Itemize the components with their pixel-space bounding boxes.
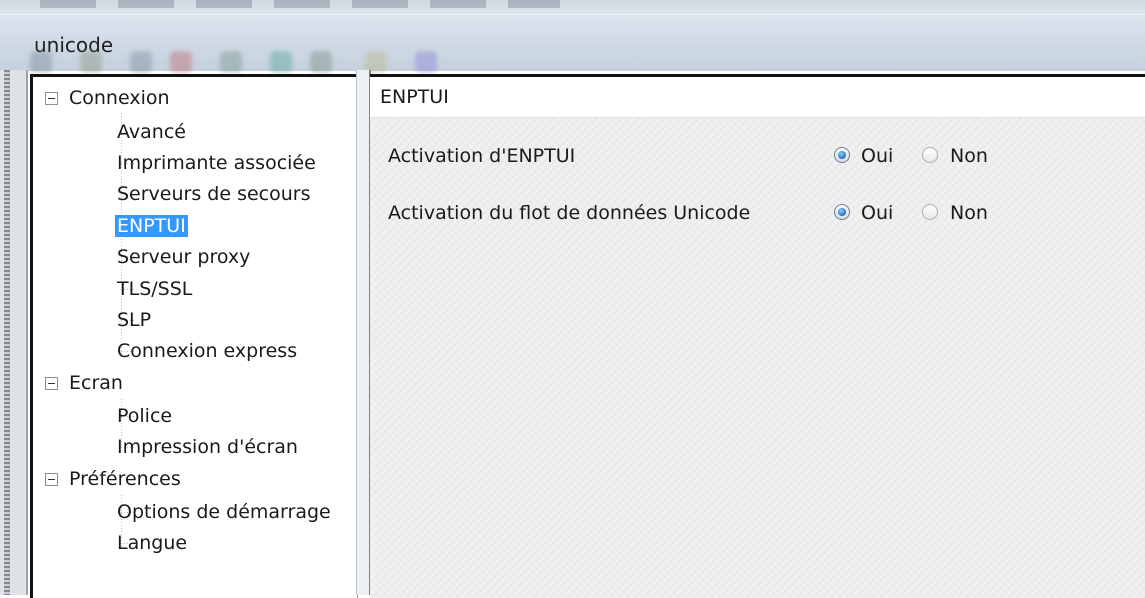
tree-item-label: Langue [117, 532, 188, 554]
tree-item-tls-ssl[interactable]: TLS/SSL [117, 274, 192, 304]
tree-item-police[interactable]: Police [117, 401, 172, 431]
tree-item-label: Connexion express [117, 340, 298, 362]
tree-item-slp[interactable]: SLP [117, 305, 151, 335]
tree-item-label: Serveurs de secours [117, 183, 311, 205]
tree-item-label: Options de démarrage [117, 501, 331, 523]
tree-item-label: Police [117, 405, 173, 427]
tree-group-label: Préférences [69, 468, 181, 490]
tree-item-label: Impression d'écran [117, 436, 298, 458]
tree-group-label: Connexion [69, 87, 170, 109]
panel-splitter[interactable] [356, 70, 371, 595]
tree-item-label: Avancé [117, 121, 186, 143]
radio-label-oui[interactable]: Oui [861, 141, 893, 171]
radio-oui-unicode[interactable] [834, 204, 850, 220]
settings-content-panel: ENPTUI Activation d'ENPTUI Oui Non Activ… [370, 74, 1145, 598]
tree-item-label: TLS/SSL [117, 278, 193, 300]
collapse-icon[interactable] [45, 377, 58, 390]
radio-label-non[interactable]: Non [950, 198, 988, 228]
tree-item-avance[interactable]: Avancé [117, 117, 186, 147]
tree-item-langue[interactable]: Langue [117, 528, 187, 558]
section-header: ENPTUI [370, 77, 1145, 118]
toolbar-icon [80, 51, 102, 73]
tree-item-impression-d-ecran[interactable]: Impression d'écran [117, 432, 298, 462]
tree-group-ecran[interactable]: Ecran [45, 368, 123, 398]
tree-item-label: Imprimante associée [117, 152, 316, 174]
window-title-bar: unicode [0, 14, 1145, 73]
tree-item-serveurs-de-secours[interactable]: Serveurs de secours [117, 179, 311, 209]
toolbar-icon [415, 51, 437, 73]
menu-bar-strip [0, 0, 1145, 15]
section-title: ENPTUI [380, 86, 449, 108]
setting-row-unicode: Activation du flot de données Unicode Ou… [388, 198, 1128, 228]
radio-label-oui[interactable]: Oui [861, 198, 893, 228]
toolbar-icon [310, 51, 332, 73]
radio-label-non[interactable]: Non [950, 141, 988, 171]
toolbar-icon [270, 51, 292, 73]
setting-row-enptui: Activation d'ENPTUI Oui Non [388, 141, 1128, 171]
tree-item-label: SLP [117, 309, 152, 331]
settings-tree: Connexion Avancé Imprimante associée Ser… [30, 74, 358, 598]
toolbar-icon [170, 51, 192, 73]
tree-item-serveur-proxy[interactable]: Serveur proxy [117, 242, 250, 272]
tree-item-label-selected: ENPTUI [115, 215, 188, 237]
tree-group-label: Ecran [69, 372, 123, 394]
tree-group-preferences[interactable]: Préférences [45, 464, 181, 494]
toolbar-icon [30, 51, 52, 73]
collapse-icon[interactable] [45, 92, 58, 105]
tree-item-connexion-express[interactable]: Connexion express [117, 336, 297, 366]
tree-item-label: Serveur proxy [117, 246, 251, 268]
window-left-frame [0, 70, 28, 595]
toolbar-icon [130, 51, 152, 73]
collapse-icon[interactable] [45, 473, 58, 486]
tree-item-imprimante-associee[interactable]: Imprimante associée [117, 148, 316, 178]
tree-group-connexion[interactable]: Connexion [45, 83, 170, 113]
radio-non-enptui[interactable] [922, 147, 938, 163]
setting-label: Activation d'ENPTUI [388, 145, 576, 167]
menu-bar-cutoff [40, 0, 560, 8]
radio-non-unicode[interactable] [922, 204, 938, 220]
tree-item-enptui[interactable]: ENPTUI [115, 211, 188, 241]
radio-oui-enptui[interactable] [834, 147, 850, 163]
tree-item-options-de-demarrage[interactable]: Options de démarrage [117, 497, 331, 527]
toolbar-icon [220, 51, 242, 73]
setting-label: Activation du flot de données Unicode [388, 202, 751, 224]
